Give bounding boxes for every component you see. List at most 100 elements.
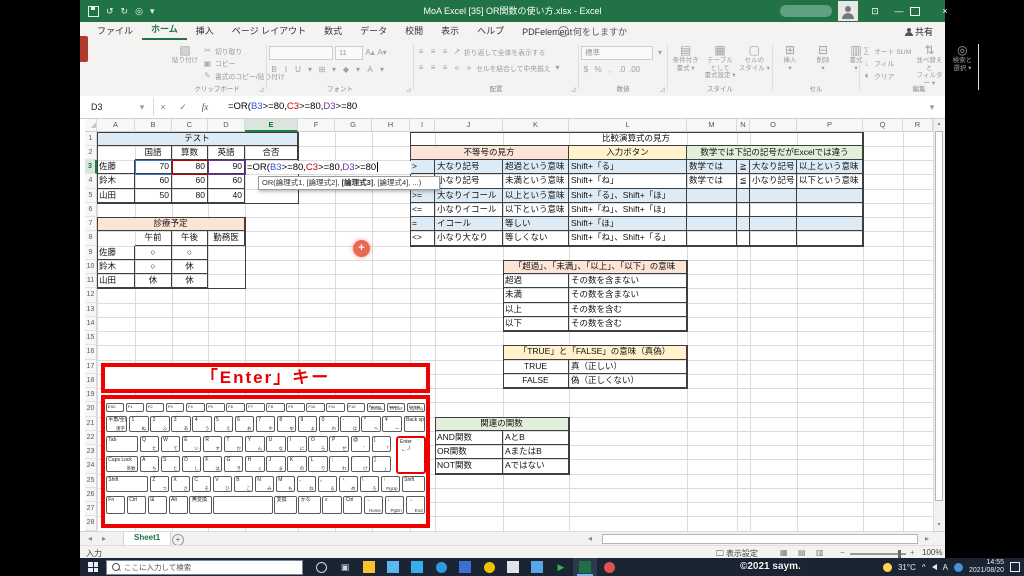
taskbar-clock[interactable]: 14:55 2021/08/20 [969,559,1004,575]
cortana-icon[interactable] [309,558,333,576]
dialog-launcher-icon[interactable]: ◿ [660,86,665,93]
ribbon-tab-8[interactable]: ヘルプ [468,21,513,40]
next-sheet-icon[interactable]: ▸ [102,532,106,546]
ribbon-tab-6[interactable]: 校閲 [396,21,432,40]
ribbon-icon[interactable]: ▾ [305,64,315,76]
ribbon-input-box[interactable] [269,46,333,60]
paste-button[interactable]: ▧ 貼り付け [170,43,200,83]
ribbon-icon[interactable]: » [464,62,474,74]
sort-filter-button[interactable]: ⇅ 並べ替えと フィルター ▾ [914,43,944,87]
ribbon-icon[interactable]: A▴ [365,47,375,59]
ribbon-icon[interactable]: ◆ [341,64,351,76]
pen-app-icon[interactable] [501,558,525,576]
ribbon-icon[interactable]: I [281,64,291,76]
zoom-in-icon[interactable]: + [910,548,915,557]
photos-icon[interactable] [381,558,405,576]
ribbon-icon[interactable]: ⊞ [317,64,327,76]
confirm-entry-button[interactable]: ✓ [176,98,190,116]
weather-icon[interactable] [882,562,892,572]
ribbon-icon[interactable]: $ [581,64,591,76]
tray-app-icon[interactable] [953,562,963,572]
ribbon-input-box[interactable]: 標準 [581,46,653,60]
ribbon-icon[interactable]: ▾ [553,62,563,74]
ribbon-icon[interactable]: ≡ [428,62,438,74]
hscroll-right-icon[interactable]: ▸ [925,532,929,546]
insert-cells-button[interactable]: ⊞ 挿入 ▾ [775,43,805,83]
ribbon-icon[interactable]: ≡ [440,46,450,58]
normal-view-icon[interactable]: ▦ [780,548,788,557]
temperature-label[interactable]: 31°C [898,563,916,572]
share-button[interactable]: 共有 [904,25,933,38]
formula-text[interactable]: =OR(B3>=80,C3>=80,D3>=80 [228,98,357,116]
dialog-launcher-icon[interactable]: ◿ [259,86,264,93]
ribbon-icon[interactable]: ≡ [416,46,426,58]
store-icon[interactable] [405,558,429,576]
ribbon-icon[interactable]: .00 [629,64,640,76]
scroll-up-icon[interactable]: ▴ [933,119,945,130]
ribbon-icon[interactable]: U [293,64,303,76]
formula-bar-expand-icon[interactable]: ▾ [925,98,939,116]
dialog-launcher-icon[interactable]: ◿ [571,86,576,93]
page-break-view-icon[interactable]: ▥ [816,548,824,557]
fill-button[interactable]: ↓ フィル [862,58,911,69]
ribbon-display-options-button[interactable]: ⊡ [862,0,888,22]
task-view-icon[interactable]: ▣ [333,558,357,576]
ime-indicator[interactable]: A [943,563,948,572]
ribbon-icon[interactable]: .0 [617,64,627,76]
minimize-button[interactable]: — [886,0,912,22]
ribbon-input-box[interactable]: 11 [335,46,363,60]
cancel-entry-button[interactable]: × [156,98,170,116]
ribbon-text-button[interactable]: 折り返して全体を表示する [464,47,545,57]
app-yellow-icon[interactable] [477,558,501,576]
camera-app-icon[interactable] [597,558,621,576]
cell-styles-button[interactable]: ▢ セルの スタイル ▾ [739,43,770,83]
dialog-launcher-icon[interactable]: ◿ [406,86,411,93]
edge-icon[interactable] [429,558,453,576]
ribbon-icon[interactable]: B [269,64,279,76]
conditional-format-button[interactable]: ▤ 条件付き 書式 ▾ [670,43,701,83]
close-button[interactable]: × [932,0,958,22]
file-explorer-icon[interactable] [357,558,381,576]
ribbon-icon[interactable]: A [365,64,375,76]
zoom-slider-thumb[interactable] [898,550,901,558]
start-button[interactable] [80,558,106,576]
autosum-button[interactable]: ∑ オート SUM [862,45,912,56]
page-layout-view-icon[interactable]: ▤ [798,548,806,557]
name-box-dropdown-icon[interactable]: ▾ [135,98,149,116]
tell-me-box[interactable]: 何をしますか [558,25,627,38]
hscroll-left-icon[interactable]: ◂ [588,532,592,546]
ribbon-icon[interactable]: ≡ [440,62,450,74]
vertical-scroll-thumb[interactable] [935,131,943,501]
ribbon-icon[interactable]: « [452,62,462,74]
hidden-icons-chevron[interactable]: ^ [922,563,926,572]
account-name-badge[interactable] [780,5,832,17]
horizontal-scroll-thumb[interactable] [602,534,918,544]
clear-button[interactable]: ♦ クリア [862,70,911,81]
ribbon-tab-2[interactable]: 挿入 [187,21,223,40]
avatar[interactable] [838,1,858,21]
ribbon-icon[interactable]: ≡ [416,62,426,74]
ribbon-tab-5[interactable]: データ [351,21,396,40]
find-select-button[interactable]: ◎ 検索と 選択 ▾ [947,43,977,83]
excel-icon[interactable] [573,558,597,576]
ribbon-icon[interactable]: ▾ [377,64,387,76]
ribbon-icon[interactable]: ▾ [353,64,363,76]
zoom-out-icon[interactable]: − [840,548,845,557]
horizontal-scrollbar[interactable] [600,534,922,544]
taskbar-search-input[interactable]: ここに入力して検索 [106,559,303,575]
ribbon-tab-1[interactable]: ホーム [142,19,187,40]
ribbon-icon[interactable]: , [605,64,615,76]
ribbon-tab-4[interactable]: 数式 [315,21,351,40]
delete-cells-button[interactable]: ⊟ 削除 ▾ [808,43,838,83]
red-side-tab-icon[interactable] [80,36,88,62]
restore-button[interactable] [910,0,920,22]
ribbon-icon[interactable]: ▾ [329,64,339,76]
ribbon-icon[interactable]: % [593,64,603,76]
ribbon-tab-3[interactable]: ページ レイアウト [223,21,315,40]
prev-sheet-icon[interactable]: ◂ [88,532,92,546]
ribbon-icon[interactable]: A▾ [377,47,387,59]
ribbon-icon[interactable]: ≡ [428,46,438,58]
format-table-button[interactable]: ▦ テーブルとして 書式設定 ▾ [704,43,735,83]
ribbon-text-button[interactable]: セルを結合して中央揃え [476,63,551,73]
notification-center-icon[interactable] [1010,562,1020,572]
